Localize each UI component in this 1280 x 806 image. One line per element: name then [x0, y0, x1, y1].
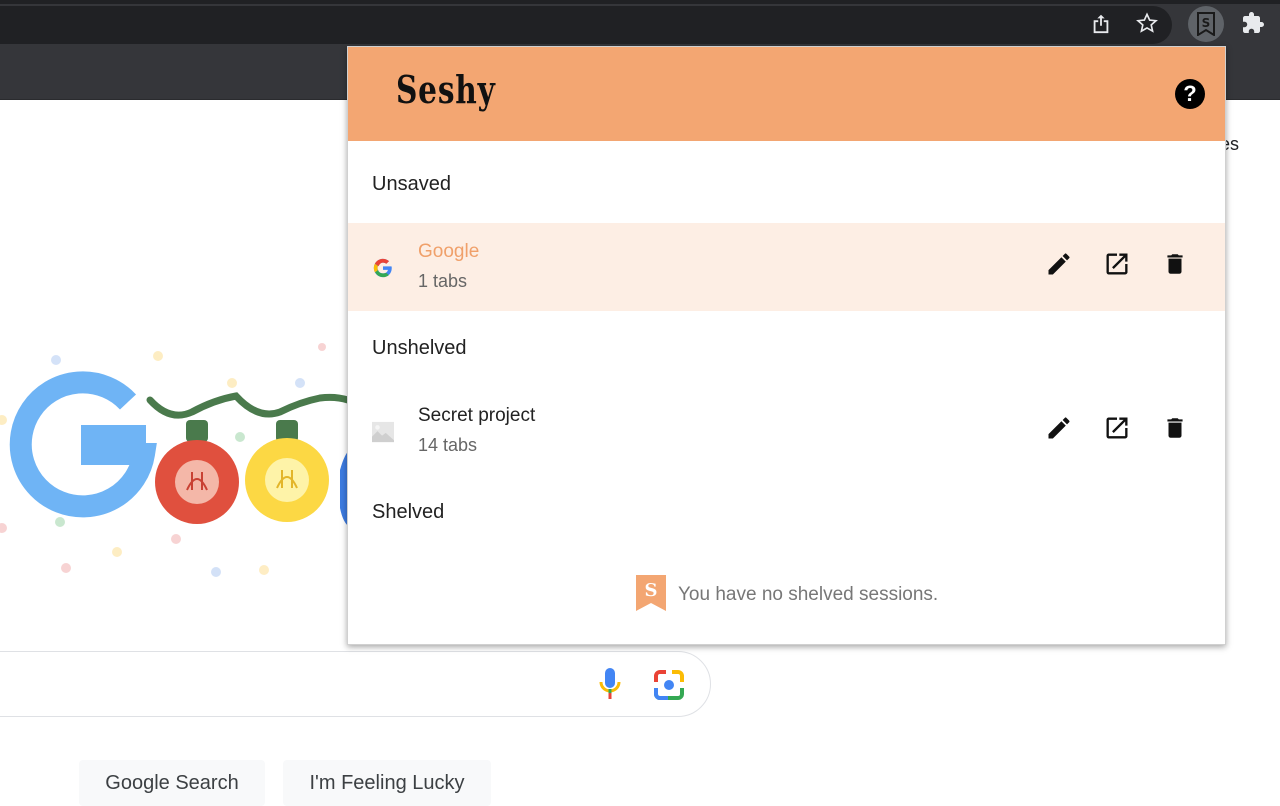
help-icon[interactable]: ? — [1175, 79, 1205, 109]
section-title-unsaved: Unsaved — [372, 173, 451, 195]
delete-icon[interactable] — [1158, 247, 1192, 281]
google-favicon — [372, 257, 394, 279]
session-row-google[interactable]: Google 1 tabs — [348, 223, 1225, 311]
section-title-unshelved: Unshelved — [372, 337, 467, 359]
svg-text:S: S — [1202, 16, 1211, 30]
address-bar[interactable] — [0, 6, 1172, 44]
edit-icon[interactable] — [1042, 247, 1076, 281]
session-tab-count: 14 tabs — [418, 435, 478, 455]
section-title-shelved: Shelved — [372, 501, 445, 523]
google-search-button[interactable]: Google Search — [79, 760, 265, 806]
seshy-extension-icon[interactable]: S — [1188, 6, 1224, 42]
empty-state: S You have no shelved sessions. — [636, 574, 939, 616]
open-in-new-icon[interactable] — [1100, 411, 1134, 445]
placeholder-image-icon — [372, 421, 394, 443]
edit-icon[interactable] — [1042, 411, 1076, 445]
microphone-icon[interactable] — [596, 666, 624, 702]
google-doodle[interactable] — [0, 320, 350, 610]
seshy-popup: Seshy ? Unsaved Google 1 tabs Unshelved — [347, 46, 1226, 645]
share-icon[interactable] — [1086, 8, 1116, 38]
session-row-secret-project[interactable]: Secret project 14 tabs — [348, 387, 1225, 475]
delete-icon[interactable] — [1158, 411, 1192, 445]
google-lens-icon[interactable] — [652, 668, 686, 702]
browser-toolbar: S — [0, 0, 1280, 46]
tab-strip — [0, 0, 1280, 4]
empty-shelved-message: You have no shelved sessions. — [678, 584, 939, 605]
session-title: Google — [418, 241, 480, 262]
seshy-bookmark-icon: S — [636, 574, 666, 616]
star-icon[interactable] — [1132, 8, 1162, 38]
feeling-lucky-button[interactable]: I'm Feeling Lucky — [283, 760, 491, 806]
popup-header: Seshy ? — [348, 47, 1225, 141]
session-tab-count: 1 tabs — [418, 271, 468, 291]
open-in-new-icon[interactable] — [1100, 247, 1134, 281]
svg-text:S: S — [645, 580, 658, 601]
puzzle-icon[interactable] — [1238, 8, 1268, 38]
session-title: Secret project — [418, 405, 536, 426]
seshy-logo: Seshy — [396, 67, 496, 112]
